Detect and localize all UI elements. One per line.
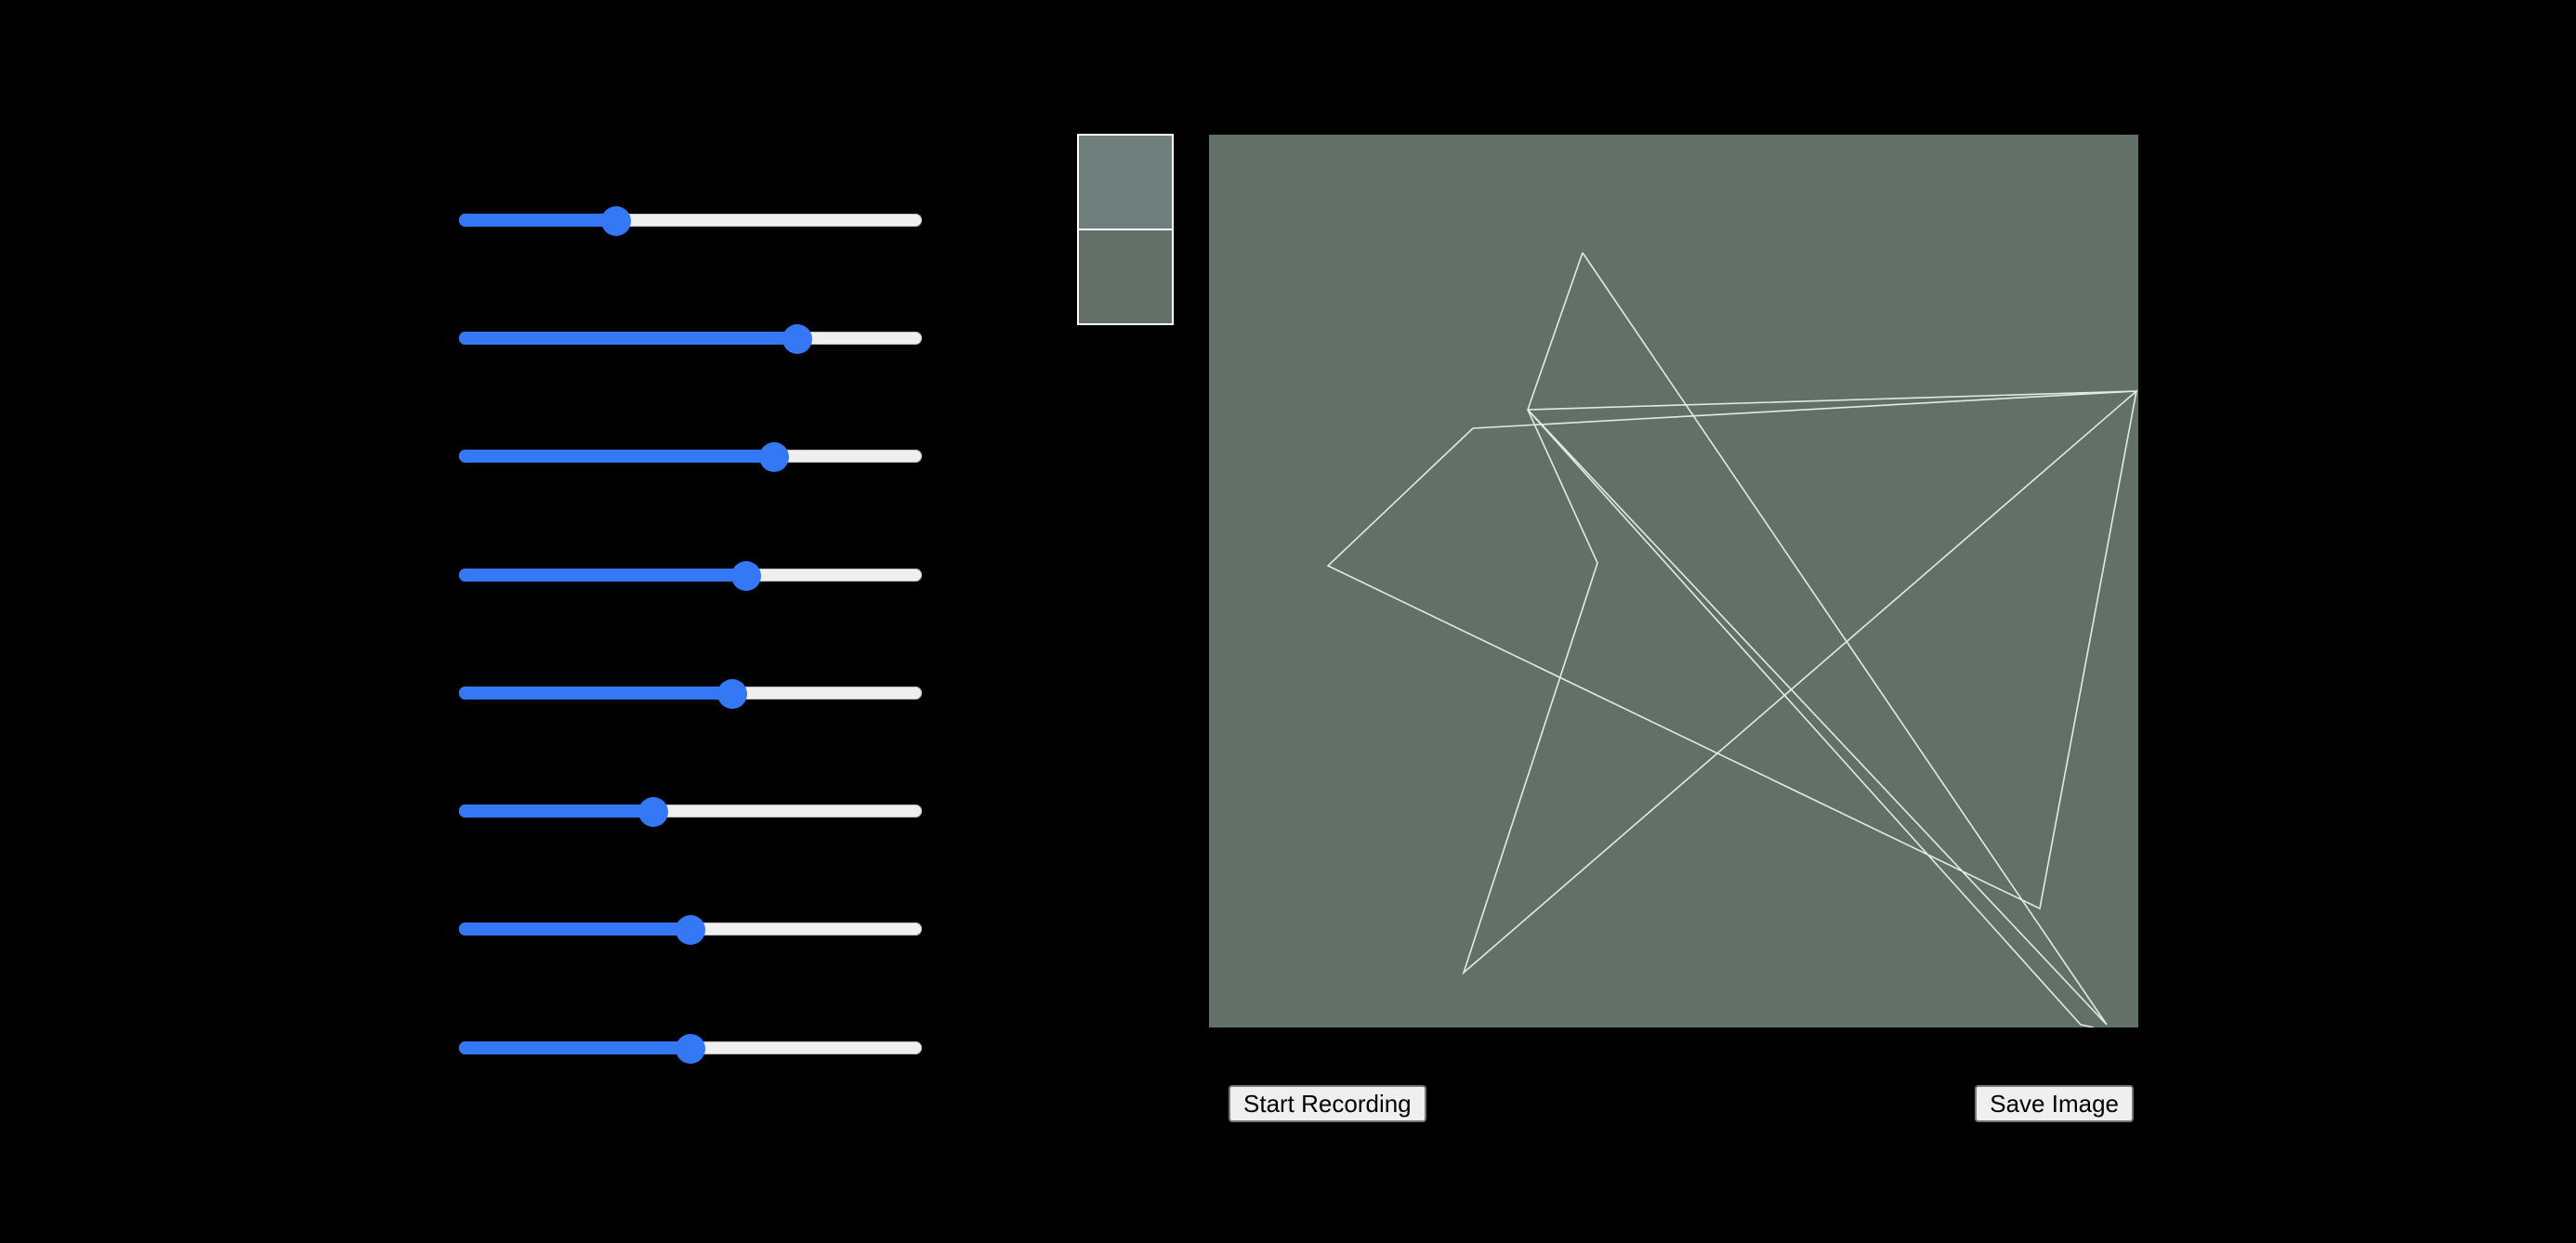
parameter-slider-5[interactable] xyxy=(459,674,922,712)
save-image-button[interactable]: Save Image xyxy=(1975,1085,2134,1122)
slider-thumb[interactable] xyxy=(601,206,631,236)
app: Start Recording Save Image xyxy=(0,0,2576,1243)
slider-thumb[interactable] xyxy=(676,1034,705,1064)
drawing-canvas[interactable] xyxy=(1209,135,2138,1027)
parameter-slider-2[interactable] xyxy=(459,320,922,357)
slider-fill xyxy=(459,214,616,227)
color-swatch-top[interactable] xyxy=(1079,136,1172,229)
color-swatch-bottom[interactable] xyxy=(1079,229,1172,323)
slider-thumb[interactable] xyxy=(759,442,789,472)
slider-panel xyxy=(0,0,1022,1243)
slider-fill xyxy=(459,687,732,700)
parameter-slider-6[interactable] xyxy=(459,792,922,830)
canvas-background xyxy=(1209,135,2138,1027)
slider-thumb[interactable] xyxy=(717,679,747,709)
slider-fill xyxy=(459,805,653,818)
slider-fill xyxy=(459,332,797,345)
slider-fill xyxy=(459,922,690,936)
slider-thumb[interactable] xyxy=(676,915,705,945)
parameter-slider-8[interactable] xyxy=(459,1029,922,1066)
start-recording-button[interactable]: Start Recording xyxy=(1229,1085,1426,1122)
drawing-svg xyxy=(1209,135,2138,1027)
slider-fill xyxy=(459,1041,690,1054)
slider-thumb[interactable] xyxy=(638,797,668,827)
parameter-slider-3[interactable] xyxy=(459,438,922,475)
color-swatches xyxy=(1077,134,1174,325)
parameter-slider-1[interactable] xyxy=(459,202,922,239)
slider-thumb[interactable] xyxy=(731,561,761,591)
parameter-slider-7[interactable] xyxy=(459,910,922,948)
slider-thumb[interactable] xyxy=(782,324,812,354)
slider-fill xyxy=(459,450,774,463)
slider-fill xyxy=(459,569,746,582)
parameter-slider-4[interactable] xyxy=(459,556,922,594)
